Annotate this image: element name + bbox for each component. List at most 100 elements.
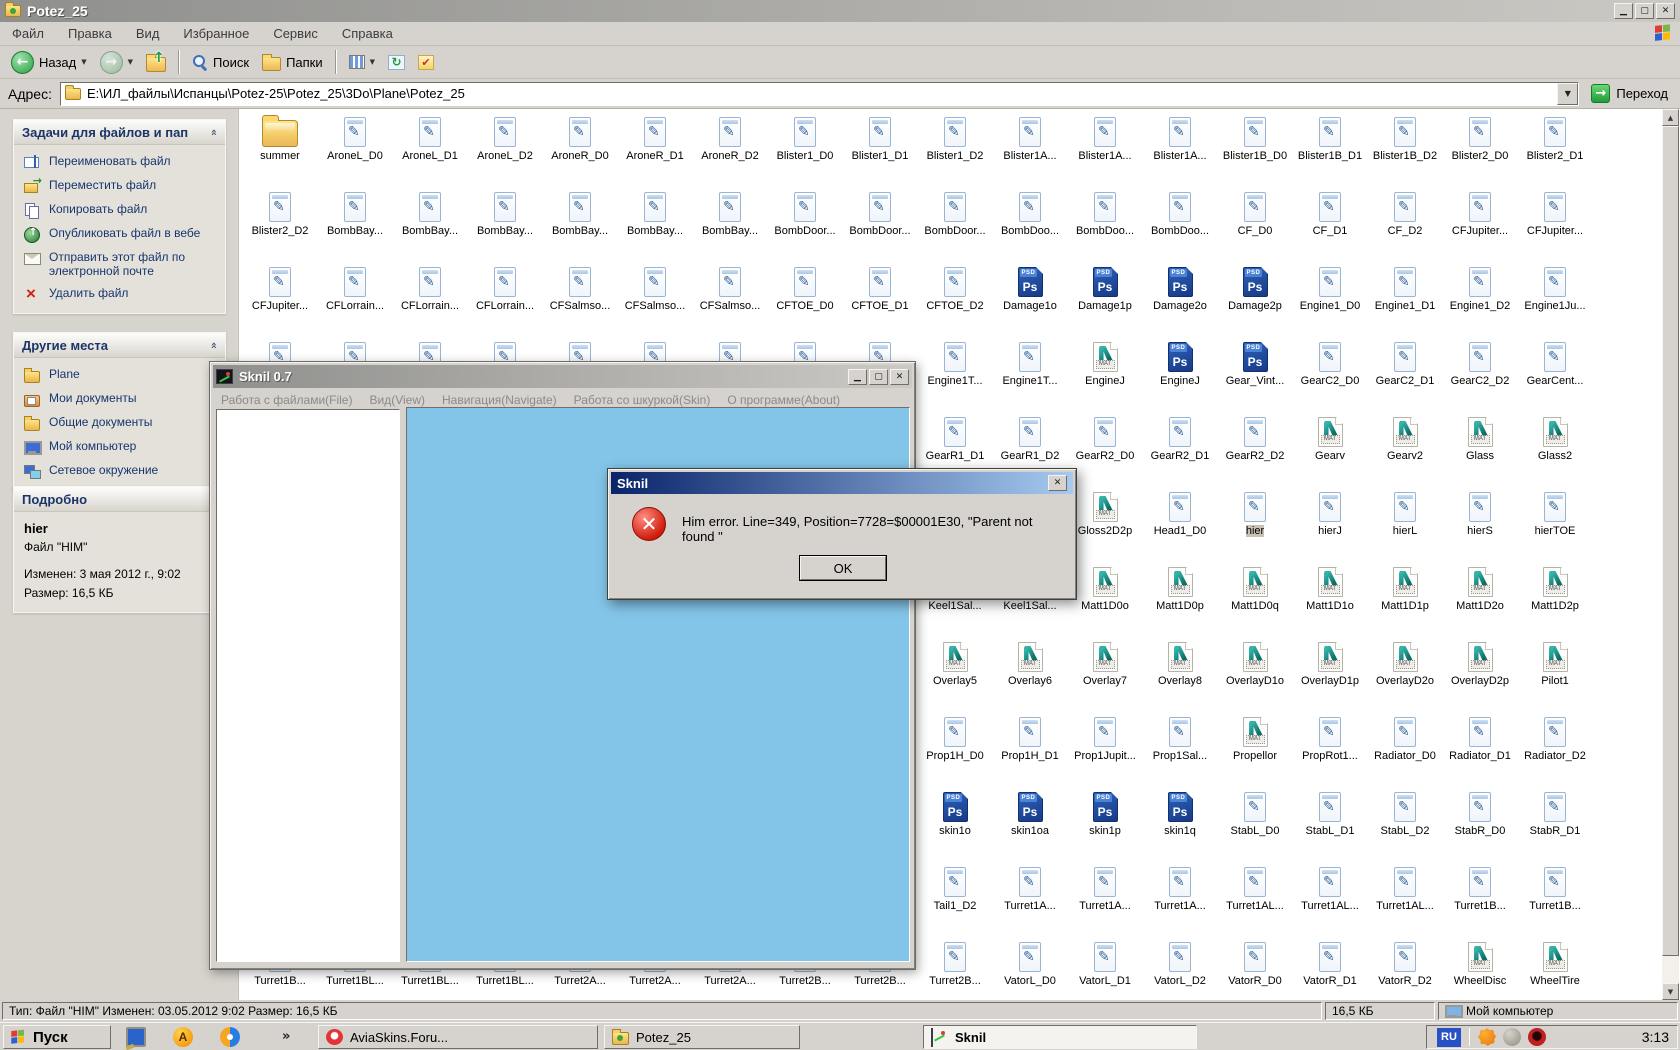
file-item[interactable]: MAT Matt1D0o: [1068, 560, 1142, 612]
refresh-button[interactable]: ↻: [383, 48, 410, 77]
file-item[interactable]: Turret1AL...: [1293, 860, 1367, 912]
scroll-down-button[interactable]: ▼: [1662, 983, 1679, 1000]
file-item[interactable]: BombBay...: [318, 185, 392, 237]
file-item[interactable]: Blister1_D1: [843, 110, 917, 162]
file-item[interactable]: CFJupiter...: [1443, 185, 1517, 237]
file-item[interactable]: AroneL_D1: [393, 110, 467, 162]
maximize-button[interactable]: ▢: [869, 368, 888, 385]
menu-item[interactable]: Сервис: [273, 26, 318, 41]
sknil-menu-item[interactable]: Навигация(Navigate): [442, 393, 557, 407]
file-item[interactable]: BombDoo...: [1143, 185, 1217, 237]
file-item[interactable]: PSD Ps skin1q: [1143, 785, 1217, 837]
file-item[interactable]: MAT Matt1D0p: [1143, 560, 1217, 612]
forward-button[interactable]: → ▼: [95, 48, 138, 77]
file-item[interactable]: VatorL_D0: [993, 935, 1067, 987]
file-item[interactable]: MAT Matt1D0q: [1218, 560, 1292, 612]
opera-tray-icon[interactable]: [1528, 1028, 1546, 1046]
file-item[interactable]: VatorR_D2: [1368, 935, 1442, 987]
file-item[interactable]: Blister1B_D1: [1293, 110, 1367, 162]
quick-launch-overflow-chevron[interactable]: »: [282, 1029, 290, 1044]
file-item[interactable]: GearR2_D1: [1143, 410, 1217, 462]
file-item[interactable]: hierJ: [1293, 485, 1367, 537]
file-item[interactable]: Turret1A...: [993, 860, 1067, 912]
file-item[interactable]: BombDoor...: [918, 185, 992, 237]
file-item[interactable]: AroneR_D0: [543, 110, 617, 162]
file-item[interactable]: PSD Ps Damage2p: [1218, 260, 1292, 312]
file-item[interactable]: MAT WheelTire: [1518, 935, 1592, 987]
file-item[interactable]: StabL_D1: [1293, 785, 1367, 837]
minimize-button[interactable]: ▁: [1614, 3, 1633, 19]
file-item[interactable]: MAT Matt1D2o: [1443, 560, 1517, 612]
file-item[interactable]: Engine1Ju...: [1518, 260, 1592, 312]
explorer-titlebar[interactable]: Potez_25 ▁ ▢ ✕: [0, 0, 1680, 22]
file-item[interactable]: PSD Ps Gear_Vint...: [1218, 335, 1292, 387]
file-item[interactable]: CFTOE_D2: [918, 260, 992, 312]
file-item[interactable]: MAT Propellor: [1218, 710, 1292, 762]
file-item[interactable]: MAT WheelDisc: [1443, 935, 1517, 987]
file-item[interactable]: Blister2_D1: [1518, 110, 1592, 162]
file-item[interactable]: Blister2_D0: [1443, 110, 1517, 162]
forward-dropdown-icon[interactable]: ▼: [128, 58, 133, 66]
file-item[interactable]: CFJupiter...: [1518, 185, 1592, 237]
file-item[interactable]: Blister1A...: [1068, 110, 1142, 162]
file-item[interactable]: Prop1Jupit...: [1068, 710, 1142, 762]
file-item[interactable]: hierS: [1443, 485, 1517, 537]
file-item[interactable]: BombBay...: [543, 185, 617, 237]
file-item[interactable]: MAT OverlayD1o: [1218, 635, 1292, 687]
sknil-titlebar[interactable]: Sknil 0.7 ▁ ▢ ✕: [213, 365, 912, 388]
minimize-button[interactable]: ▁: [848, 368, 867, 385]
sknil-menu-item[interactable]: Вид(View): [369, 393, 425, 407]
file-item[interactable]: PSD Ps Damage1p: [1068, 260, 1142, 312]
file-item[interactable]: MAT Pilot1: [1518, 635, 1592, 687]
file-item[interactable]: PSD Ps Damage2o: [1143, 260, 1217, 312]
file-item[interactable]: MAT Overlay6: [993, 635, 1067, 687]
file-item[interactable]: CFTOE_D0: [768, 260, 842, 312]
file-item[interactable]: StabL_D0: [1218, 785, 1292, 837]
file-item[interactable]: PSD Ps EngineJ: [1143, 335, 1217, 387]
search-button[interactable]: Поиск: [187, 48, 254, 77]
file-item[interactable]: CFSalmso...: [693, 260, 767, 312]
dialog-titlebar[interactable]: Sknil ✕: [611, 472, 1073, 494]
file-item[interactable]: MAT Matt1D1p: [1368, 560, 1442, 612]
file-item[interactable]: VatorL_D2: [1143, 935, 1217, 987]
file-item[interactable]: Engine1_D0: [1293, 260, 1367, 312]
close-button[interactable]: ✕: [890, 368, 909, 385]
menu-item[interactable]: Избранное: [183, 26, 249, 41]
show-desktop-icon[interactable]: [126, 1027, 146, 1047]
file-item[interactable]: Blister1B_D2: [1368, 110, 1442, 162]
file-item[interactable]: CFLorrain...: [393, 260, 467, 312]
file-item[interactable]: MAT Gearv: [1293, 410, 1367, 462]
file-item[interactable]: PSD Ps Damage1o: [993, 260, 1067, 312]
file-item[interactable]: BombDoo...: [1068, 185, 1142, 237]
file-item[interactable]: StabR_D0: [1443, 785, 1517, 837]
taskbar-task[interactable]: Sknil: [923, 1025, 1197, 1049]
file-item[interactable]: VatorR_D1: [1293, 935, 1367, 987]
file-item[interactable]: BombDoo...: [993, 185, 1067, 237]
views-button[interactable]: ▼: [344, 48, 380, 77]
file-item[interactable]: GearR1_D1: [918, 410, 992, 462]
file-item[interactable]: Blister1A...: [993, 110, 1067, 162]
file-item[interactable]: AroneL_D0: [318, 110, 392, 162]
file-item[interactable]: MAT OverlayD2o: [1368, 635, 1442, 687]
file-item[interactable]: Engine1_D2: [1443, 260, 1517, 312]
file-item[interactable]: StabR_D1: [1518, 785, 1592, 837]
file-item[interactable]: Head1_D0: [1143, 485, 1217, 537]
file-item[interactable]: MAT Glass2: [1518, 410, 1592, 462]
file-item[interactable]: BombBay...: [693, 185, 767, 237]
menu-item[interactable]: Правка: [68, 26, 112, 41]
file-item[interactable]: VatorL_D1: [1068, 935, 1142, 987]
file-item[interactable]: Turret1AL...: [1218, 860, 1292, 912]
file-item[interactable]: MAT Glass: [1443, 410, 1517, 462]
file-item[interactable]: hierTOE: [1518, 485, 1592, 537]
file-item[interactable]: Turret1A...: [1068, 860, 1142, 912]
file-item[interactable]: VatorR_D0: [1218, 935, 1292, 987]
file-item[interactable]: PSD Ps skin1p: [1068, 785, 1142, 837]
file-item[interactable]: hier: [1218, 485, 1292, 537]
file-item[interactable]: BombDoor...: [768, 185, 842, 237]
back-dropdown-icon[interactable]: ▼: [81, 58, 86, 66]
volume-tray-icon[interactable]: [1503, 1028, 1521, 1046]
sknil-menu-item[interactable]: О программе(About): [727, 393, 840, 407]
file-item[interactable]: CFLorrain...: [318, 260, 392, 312]
menu-item[interactable]: Вид: [136, 26, 160, 41]
file-item[interactable]: PSD Ps skin1o: [918, 785, 992, 837]
